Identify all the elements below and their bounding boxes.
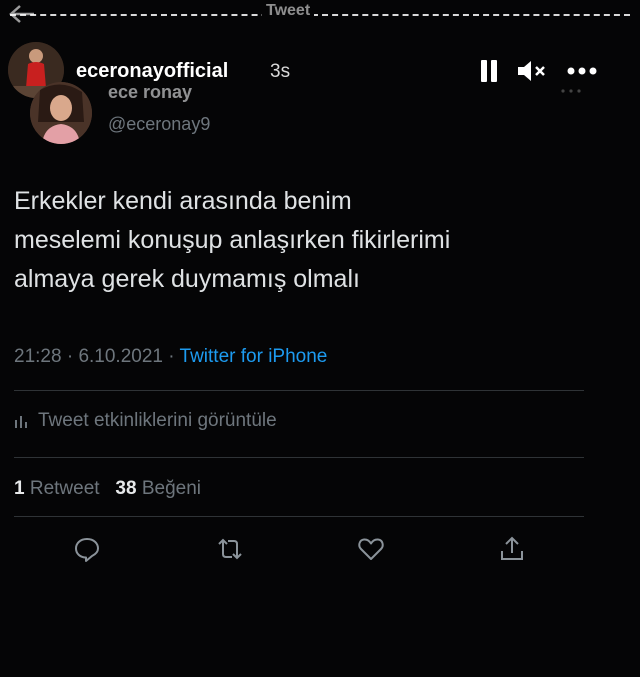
tweet-display-name[interactable]: ece ronay [108,82,192,103]
bar-chart-icon [15,415,27,428]
retweet-count: 1 [14,478,25,499]
tweet-text-line: Erkekler kendi arasında benim [14,187,352,215]
meta-separator: · [168,346,175,367]
divider [14,516,584,517]
tweet-more-icon[interactable] [560,86,582,96]
like-label: Beğeni [141,478,201,499]
tweet-text-line: almaya gerek duymamış olmalı [14,265,360,293]
tweet-text-line: meselemi konuşup anlaşırken fikirlerimi [14,226,451,254]
more-icon[interactable] [566,60,598,82]
tweet-text: Erkekler kendi arasında benim meselemi k… [14,182,614,299]
retweet-stat[interactable]: 1 Retweet [14,478,100,499]
story-time-ago: 3s [270,61,291,82]
retweet-label: Retweet [29,478,100,499]
story-username[interactable]: eceronayofficial [76,60,228,83]
mute-icon[interactable] [516,58,548,84]
tweet-time: 21:28 [14,346,62,367]
like-count: 38 [115,478,137,499]
tweet-stats: 1 Retweet 38 Beğeni [14,478,201,500]
tweet-header-title: Tweet [262,2,315,20]
divider [14,390,584,391]
retweet-icon[interactable] [215,534,245,564]
reply-icon[interactable] [72,534,102,564]
tweet-handle[interactable]: @eceronay9 [108,114,210,135]
story-progress-bar [10,14,630,16]
tweet-date: 6.10.2021 [78,346,163,367]
like-stat[interactable]: 38 Beğeni [115,478,201,499]
back-arrow-icon[interactable] [6,2,36,24]
share-icon[interactable] [497,534,527,564]
tweet-source-link[interactable]: Twitter for iPhone [180,346,328,367]
tweet-activity-link[interactable]: Tweet etkinliklerini görüntüle [14,410,277,432]
meta-separator: · [66,346,74,367]
pause-icon[interactable] [478,58,500,84]
tweet-avatar[interactable] [30,82,92,144]
tweet-action-bar [0,534,640,568]
divider [14,457,584,458]
tweet-meta: 21:28 · 6.10.2021 · Twitter for iPhone [14,346,327,368]
activity-label: Tweet etkinliklerini görüntüle [38,410,277,431]
heart-icon[interactable] [356,534,386,564]
